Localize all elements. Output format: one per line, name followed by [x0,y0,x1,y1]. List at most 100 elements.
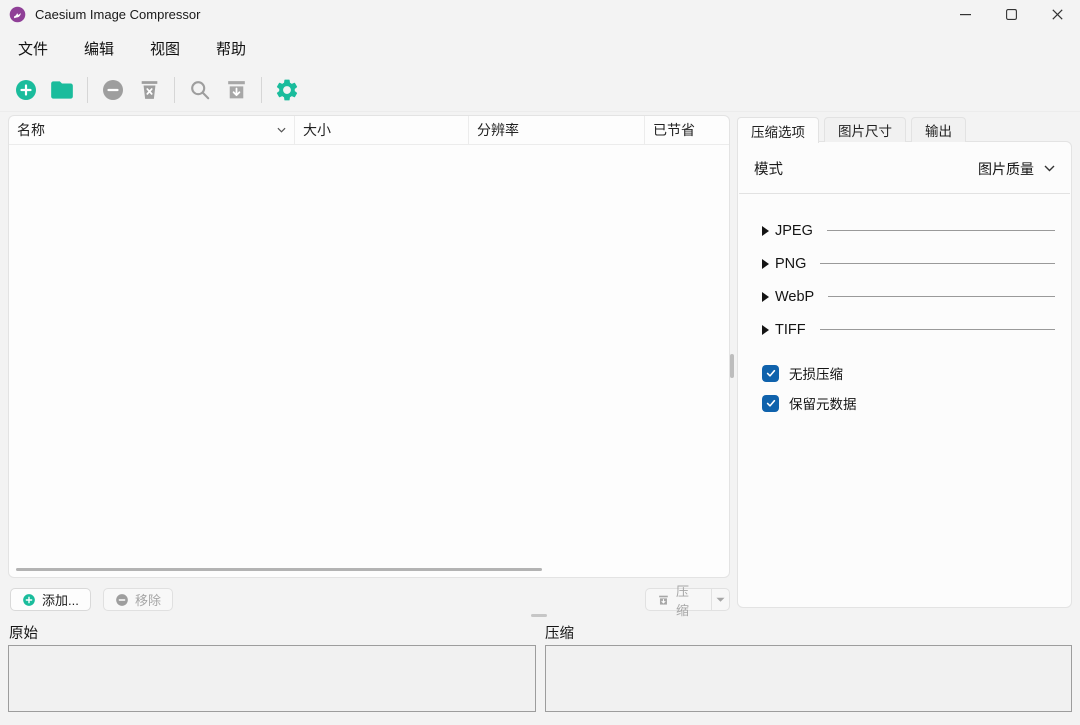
add-files-icon [14,78,38,102]
settings-button[interactable] [274,77,300,103]
compress-icon [224,77,249,102]
format-label: PNG [775,256,806,272]
menu-help[interactable]: 帮助 [198,32,264,65]
checkbox-checked-icon[interactable] [762,365,779,382]
format-divider-line [820,329,1055,330]
menu-edit[interactable]: 编辑 [66,32,132,65]
expand-triangle-icon [762,226,769,236]
settings-tabs: 压缩选项 图片尺寸 输出 [737,117,966,142]
expand-triangle-icon [762,259,769,269]
column-header-size[interactable]: 大小 [295,116,469,144]
format-label: WebP [775,289,814,305]
settings-gear-icon [274,77,300,103]
column-size-label: 大小 [303,120,331,140]
window-controls [942,0,1080,28]
toolbar-separator [87,77,88,103]
check-mark-icon [765,397,777,409]
format-section-list: JPEG PNG WebP TIFF [738,194,1071,346]
add-folder-icon [49,77,75,103]
toolbar [0,68,1080,112]
file-list-body[interactable] [9,145,729,565]
compress-dropdown-button[interactable] [711,588,730,611]
horizontal-scrollbar[interactable] [16,568,542,571]
mode-select[interactable]: 图片质量 [978,159,1055,179]
splitter-handle[interactable] [730,354,734,378]
format-divider-line [827,230,1055,231]
menu-view[interactable]: 视图 [132,32,198,65]
bottom-splitter-handle[interactable] [531,614,547,617]
compressed-preview-label: 压缩 [545,622,574,643]
column-header-saved[interactable]: 已节省 [645,116,729,144]
tab-output[interactable]: 输出 [911,117,966,142]
check-mark-icon [765,367,777,379]
preview-button[interactable] [187,77,213,103]
format-label: TIFF [775,322,806,338]
column-saved-label: 已节省 [653,120,695,140]
title-bar: Caesium Image Compressor [0,0,1080,28]
app-logo-icon [9,6,26,23]
file-list-panel: 名称 大小 分辨率 已节省 [8,115,730,578]
remove-button[interactable]: 移除 [103,588,173,611]
original-preview-pane [8,645,536,712]
app-window: Caesium Image Compressor 文件 编辑 视图 帮助 [0,0,1080,725]
add-folder-button[interactable] [49,77,75,103]
tab-compression-options[interactable]: 压缩选项 [737,117,819,143]
toolbar-separator [261,77,262,103]
format-section-webp[interactable]: WebP [762,280,1055,313]
menu-file[interactable]: 文件 [0,32,66,65]
compress-button[interactable]: 压缩 [645,588,712,611]
close-icon [1052,9,1063,20]
compress-icon [657,593,670,607]
column-header-resolution[interactable]: 分辨率 [469,116,645,144]
toolbar-separator [174,77,175,103]
tab-image-size[interactable]: 图片尺寸 [824,117,906,142]
column-header-name[interactable]: 名称 [9,116,295,144]
tab-label: 图片尺寸 [838,120,892,140]
minimize-icon [960,9,971,20]
format-section-jpeg[interactable]: JPEG [762,214,1055,247]
expand-triangle-icon [762,325,769,335]
option-checkboxes: 无损压缩 保留元数据 [738,346,1071,418]
chevron-down-icon [1044,165,1055,172]
mode-row: 模式 图片质量 [738,142,1071,193]
column-name-label: 名称 [17,120,45,140]
window-title: Caesium Image Compressor [35,7,200,22]
format-section-tiff[interactable]: TIFF [762,313,1055,346]
clear-list-icon [137,77,162,102]
compressed-preview-pane [545,645,1072,712]
remove-icon [115,593,129,607]
sort-chevron-icon [277,127,286,133]
format-divider-line [828,296,1055,297]
checkbox-label: 无损压缩 [789,363,843,383]
add-icon [22,593,36,607]
remove-item-button[interactable] [100,77,126,103]
format-label: JPEG [775,223,813,239]
close-button[interactable] [1034,0,1080,28]
tab-label: 输出 [925,120,952,140]
checkbox-label: 保留元数据 [789,393,857,413]
column-resolution-label: 分辨率 [477,120,519,140]
remove-button-label: 移除 [135,590,161,609]
mode-select-value: 图片质量 [978,159,1034,179]
add-files-button[interactable] [13,77,39,103]
keep-metadata-option[interactable]: 保留元数据 [762,388,1055,418]
lossless-compression-option[interactable]: 无损压缩 [762,358,1055,388]
menu-bar: 文件 编辑 视图 帮助 [0,28,1080,68]
format-divider-line [820,263,1055,264]
tab-label: 压缩选项 [751,121,805,141]
add-button[interactable]: 添加... [10,588,91,611]
compress-toolbar-button[interactable] [223,77,249,103]
minimize-button[interactable] [942,0,988,28]
add-button-label: 添加... [42,590,79,609]
maximize-button[interactable] [988,0,1034,28]
format-section-png[interactable]: PNG [762,247,1055,280]
maximize-icon [1006,9,1017,20]
expand-triangle-icon [762,292,769,302]
dropdown-arrow-icon [716,597,725,603]
preview-magnifier-icon [188,78,212,102]
clear-list-button[interactable] [136,77,162,103]
original-preview-label: 原始 [9,622,38,643]
checkbox-checked-icon[interactable] [762,395,779,412]
remove-item-icon [101,78,125,102]
compress-button-label: 压缩 [676,581,700,619]
